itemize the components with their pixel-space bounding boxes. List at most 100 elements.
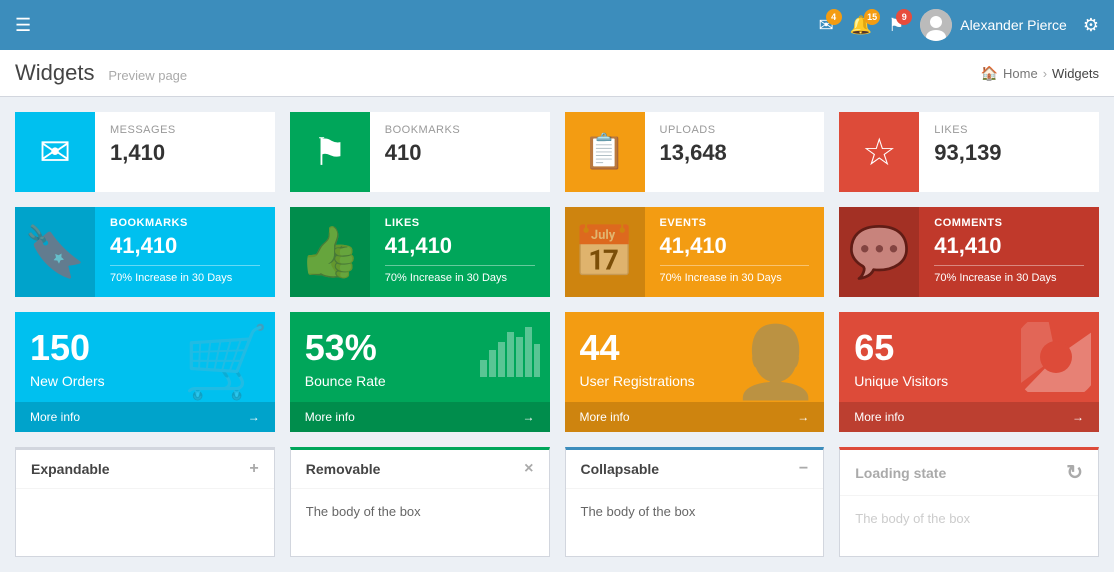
hamburger-icon[interactable]: ☰ [15,15,31,36]
panels-row: Expandable + Removable × The body of the… [15,447,1099,557]
bookmarks-icon-area: ⚑ [290,112,370,192]
breadcrumb: 🏠 Home › Widgets [981,65,1099,82]
big-likes-icon: 👍 [290,207,370,297]
panel-loading: Loading state ↻ The body of the box [839,447,1099,557]
header-left: ☰ [15,15,31,36]
panel-removable-action[interactable]: × [524,460,533,478]
user-add-icon: 👤 [732,322,819,404]
messages-icon-area: ✉ [15,112,95,192]
big-comments-content: COMMENTS 41,410 70% Increase in 30 Days [919,207,1099,297]
breadcrumb-home-link[interactable]: Home [1003,66,1038,81]
thumbsup-symbol: 👍 [299,223,361,282]
messages-label: MESSAGES [110,124,260,136]
big-events-icon: 📅 [565,207,645,297]
bounce-arrow-icon: → [523,410,535,424]
panel-removable-body: The body of the box [291,489,549,549]
breadcrumb-current: Widgets [1052,66,1099,81]
likes-content: LIKES 93,139 [919,112,1099,192]
big-bookmarks-value: 41,410 [110,233,260,266]
breadcrumb-bar: Widgets Preview page 🏠 Home › Widgets [0,50,1114,97]
panel-collapsable-action[interactable]: − [799,460,808,478]
uploads-value: 13,648 [660,140,810,166]
bookmark-symbol: 🔖 [24,223,86,282]
big-likes-label: LIKES [385,217,535,229]
stat-boxes-row: ✉ MESSAGES 1,410 ⚑ BOOKMARKS 410 📋 UPLOA… [15,112,1099,192]
messages-icon: ✉ [39,130,71,175]
bell-icon-button[interactable]: 🔔 15 [850,15,872,36]
orders-footer-label: More info [30,410,80,424]
big-stat-events: 📅 EVENTS 41,410 70% Increase in 30 Days [565,207,825,297]
bounce-chart [480,322,540,380]
big-bookmarks-trend: 70% Increase in 30 Days [110,272,260,284]
avatar [920,9,952,41]
panel-collapsable-header: Collapsable − [566,450,824,489]
uploads-icon-area: 📋 [565,112,645,192]
panel-removable-header: Removable × [291,450,549,489]
app-header: ☰ ✉ 4 🔔 15 ⚑ 9 Alexander Pierce ⚙ [0,0,1114,50]
flag-icon-button[interactable]: ⚑ 9 [888,15,904,36]
panel-collapsable-title: Collapsable [581,461,660,477]
big-likes-content: LIKES 41,410 70% Increase in 30 Days [370,207,550,297]
likes-icon: ☆ [862,130,896,175]
username-label: Alexander Pierce [960,17,1067,33]
main-content: ✉ MESSAGES 1,410 ⚑ BOOKMARKS 410 📋 UPLOA… [0,97,1114,572]
panel-loading-title: Loading state [855,465,946,481]
big-stat-comments: 💬 COMMENTS 41,410 70% Increase in 30 Day… [839,207,1099,297]
visitors-chart [1021,322,1091,395]
likes-label: LIKES [934,124,1084,136]
reg-arrow-icon: → [797,410,809,424]
panel-expandable-action[interactable]: + [249,460,258,478]
breadcrumb-separator: › [1043,66,1047,81]
flag-badge: 9 [896,9,912,25]
page-title-area: Widgets Preview page [15,60,187,86]
orders-footer[interactable]: More info → [15,402,275,432]
big-stat-likes: 👍 LIKES 41,410 70% Increase in 30 Days [290,207,550,297]
panel-removable: Removable × The body of the box [290,447,550,557]
calendar-symbol: 📅 [573,223,635,282]
panel-expandable-header: Expandable + [16,450,274,489]
uploads-icon: 📋 [583,132,625,172]
big-comments-label: COMMENTS [934,217,1084,229]
page-subtitle: Preview page [108,68,187,83]
big-stat-boxes-row: 🔖 BOOKMARKS 41,410 70% Increase in 30 Da… [15,207,1099,297]
panel-expandable: Expandable + [15,447,275,557]
likes-icon-area: ☆ [839,112,919,192]
panel-loading-header: Loading state ↻ [840,450,1098,496]
big-events-label: EVENTS [660,217,810,229]
user-menu[interactable]: Alexander Pierce [920,9,1067,41]
header-right: ✉ 4 🔔 15 ⚑ 9 Alexander Pierce ⚙ [819,9,1099,41]
visitors-footer[interactable]: More info → [839,402,1099,432]
bookmarks-content: BOOKMARKS 410 [370,112,550,192]
messages-content: MESSAGES 1,410 [95,112,275,192]
big-events-value: 41,410 [660,233,810,266]
big-comments-trend: 70% Increase in 30 Days [934,272,1084,284]
info-boxes-row: 150 New Orders 🛒 More info → 53% Bounce … [15,312,1099,432]
messages-value: 1,410 [110,140,260,166]
big-comments-value: 41,410 [934,233,1084,266]
panel-loading-spinner: ↻ [1066,460,1083,485]
big-events-content: EVENTS 41,410 70% Increase in 30 Days [645,207,825,297]
big-likes-trend: 70% Increase in 30 Days [385,272,535,284]
big-likes-value: 41,410 [385,233,535,266]
uploads-content: UPLOADS 13,648 [645,112,825,192]
orders-arrow-icon: → [248,410,260,424]
page-title: Widgets [15,60,94,85]
panel-removable-title: Removable [306,461,381,477]
panel-expandable-title: Expandable [31,461,110,477]
reg-footer-label: More info [580,410,630,424]
mail-icon-button[interactable]: ✉ 4 [819,15,834,36]
stat-box-bookmarks: ⚑ BOOKMARKS 410 [290,112,550,192]
stat-box-likes: ☆ LIKES 93,139 [839,112,1099,192]
big-bookmarks-content: BOOKMARKS 41,410 70% Increase in 30 Days [95,207,275,297]
bookmarks-icon: ⚑ [313,130,347,175]
big-events-trend: 70% Increase in 30 Days [660,272,810,284]
big-comments-icon: 💬 [839,207,919,297]
settings-icon[interactable]: ⚙ [1083,15,1099,36]
cart-icon: 🛒 [183,327,270,397]
bounce-footer[interactable]: More info → [290,402,550,432]
reg-footer[interactable]: More info → [565,402,825,432]
panel-collapsable-body: The body of the box [566,489,824,549]
big-bookmarks-label: BOOKMARKS [110,217,260,229]
info-box-orders: 150 New Orders 🛒 More info → [15,312,275,432]
panel-collapsable: Collapsable − The body of the box [565,447,825,557]
